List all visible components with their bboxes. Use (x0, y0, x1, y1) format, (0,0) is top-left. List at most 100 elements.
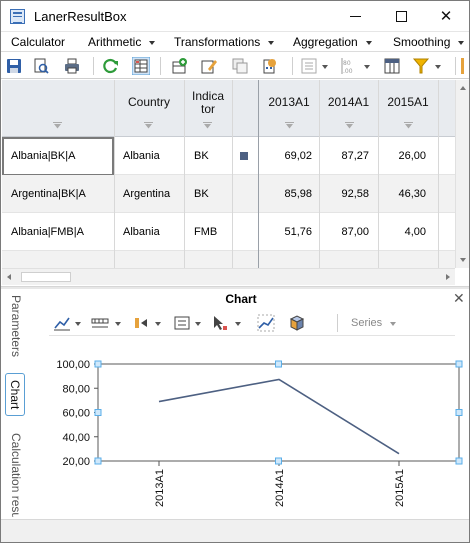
menu-arithmetic[interactable]: Arithmetic (88, 35, 156, 49)
header-marker (232, 80, 258, 137)
chevron-down-icon[interactable] (195, 322, 201, 326)
value-2014a1-cell[interactable]: 87,27 (319, 137, 369, 175)
scrollbar-thumb[interactable] (21, 272, 71, 282)
country-cell[interactable]: Albania (123, 213, 183, 251)
legend-icon[interactable] (173, 314, 191, 332)
scroll-left-icon[interactable] (7, 274, 11, 280)
chevron-down-icon[interactable] (390, 322, 396, 326)
menu-bar: Calculator Arithmetic Transformations Ag… (1, 31, 469, 52)
table-row[interactable]: Argentina|BK|A Argentina BK 85,98 92,58 … (2, 175, 469, 213)
table-row[interactable]: Albania|FMB|A Albania FMB 51,76 87,00 4,… (2, 213, 469, 251)
chevron-down-icon (268, 40, 275, 45)
chevron-down-icon[interactable] (235, 322, 241, 326)
menu-calculator-label: Calculator (11, 35, 66, 49)
column-filter-icon[interactable] (203, 122, 212, 129)
axis-scale-icon[interactable] (91, 314, 109, 332)
value-2013a1-cell[interactable]: 51,76 (259, 213, 312, 251)
maximize-button[interactable] (378, 1, 424, 31)
header-name[interactable] (2, 80, 114, 137)
save-icon[interactable] (5, 57, 23, 75)
country-cell[interactable]: Argentina (123, 175, 183, 213)
chevron-down-icon[interactable] (364, 65, 370, 69)
status-bar (1, 519, 469, 542)
menu-transformations[interactable]: Transformations (174, 35, 275, 49)
trend-icon[interactable] (257, 314, 275, 332)
value-2013a1-cell[interactable]: 69,02 (259, 137, 312, 175)
column-filter-icon[interactable] (53, 122, 62, 129)
header-2013a1[interactable]: 2013A1 (259, 80, 319, 137)
value-2015a1-cell[interactable]: 26,00 (378, 137, 426, 175)
country-cell[interactable]: Albania (123, 137, 183, 175)
indicator-cell[interactable]: BK (194, 175, 232, 213)
row-name-cell[interactable]: Argentina|BK|A (11, 175, 111, 213)
column-filter-icon[interactable] (285, 122, 294, 129)
series-dropdown-label[interactable]: Series (351, 317, 382, 329)
frozen-column-divider[interactable] (258, 80, 259, 268)
column-divider (232, 80, 233, 268)
menu-smoothing[interactable]: Smoothing (393, 35, 465, 49)
main-toolbar: 80.00 (1, 53, 469, 79)
edit-icon[interactable] (200, 57, 218, 75)
value-2013a1-cell[interactable]: 85,98 (259, 175, 312, 213)
column-divider (114, 80, 115, 268)
chevron-down-icon[interactable] (322, 65, 328, 69)
panel-close-icon[interactable]: ✕ (453, 291, 465, 307)
column-filter-icon[interactable] (404, 122, 413, 129)
add-series-icon[interactable] (171, 57, 189, 75)
value-2015a1-cell[interactable]: 4,00 (378, 213, 426, 251)
horizontal-scrollbar[interactable] (2, 268, 455, 285)
tab-chart[interactable]: Chart (5, 373, 25, 417)
value-2015a1-cell[interactable]: 46,30 (378, 175, 426, 213)
indicator-cell[interactable]: FMB (194, 213, 232, 251)
chevron-down-icon[interactable] (115, 322, 121, 326)
decimal-places-icon[interactable]: 80.00 (340, 57, 358, 75)
laner-result-box-window: LanerResultBox ✕ Calculator Arithmetic T… (0, 0, 470, 543)
settings-icon[interactable] (300, 57, 318, 75)
tab-parameters[interactable]: Parameters (9, 295, 23, 357)
chevron-down-icon[interactable] (155, 322, 161, 326)
minimize-button[interactable] (332, 1, 378, 31)
row-name-cell[interactable]: Albania|FMB|A (11, 213, 111, 251)
chart-panel: Chart ✕ Series (31, 289, 469, 519)
indicator-cell[interactable]: BK (194, 137, 232, 175)
toolbar-separator (93, 57, 94, 75)
value-2014a1-cell[interactable]: 87,00 (319, 213, 369, 251)
vertical-scrollbar[interactable] (455, 80, 469, 268)
print-icon[interactable] (63, 57, 81, 75)
scroll-right-icon[interactable] (446, 274, 450, 280)
columns-icon[interactable] (383, 57, 401, 75)
menu-calculator[interactable]: Calculator (11, 35, 65, 49)
header-country[interactable]: Country (114, 80, 184, 137)
row-marker-icon (240, 152, 248, 160)
filter-icon[interactable] (412, 57, 430, 75)
column-filter-icon[interactable] (144, 122, 153, 129)
column-divider (438, 80, 439, 268)
copy-icon[interactable] (231, 57, 249, 75)
toolbar-separator (337, 314, 338, 332)
scroll-down-icon[interactable] (460, 258, 466, 262)
print-preview-icon[interactable] (32, 57, 50, 75)
3d-view-icon[interactable] (287, 314, 305, 332)
header-2014a1[interactable]: 2014A1 (319, 80, 378, 137)
line-chart-icon[interactable] (53, 314, 71, 332)
menu-aggregation[interactable]: Aggregation (293, 35, 372, 49)
tab-calculation-results[interactable]: Calculation resu (9, 433, 23, 517)
pointer-icon[interactable] (211, 314, 229, 332)
table-view-icon[interactable] (132, 57, 150, 75)
overflow-icon[interactable] (461, 58, 464, 74)
column-filter-icon[interactable] (345, 122, 354, 129)
data-grid: Country Indica tor 2013A1 2014A1 2015A1 (2, 80, 469, 268)
panel-title: Chart (225, 292, 257, 306)
minimize-icon (349, 15, 361, 17)
series-order-icon[interactable] (133, 314, 151, 332)
close-button[interactable]: ✕ (423, 1, 469, 31)
chevron-down-icon[interactable] (435, 65, 441, 69)
scroll-up-icon[interactable] (460, 86, 466, 90)
header-2015a1[interactable]: 2015A1 (378, 80, 438, 137)
header-2014a1-label: 2014A1 (327, 95, 370, 109)
refresh-icon[interactable] (102, 57, 120, 75)
header-indicator[interactable]: Indica tor (184, 80, 232, 137)
chevron-down-icon[interactable] (75, 322, 81, 326)
calculate-icon[interactable] (261, 57, 279, 75)
value-2014a1-cell[interactable]: 92,58 (319, 175, 369, 213)
